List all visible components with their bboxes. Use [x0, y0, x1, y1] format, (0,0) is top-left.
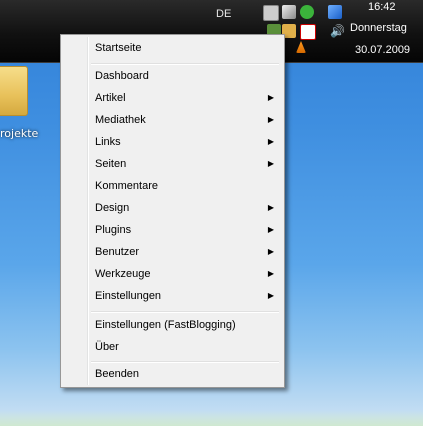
speaker-icon[interactable]: 🔊 [330, 24, 345, 38]
submenu-arrow-icon: ▶ [267, 93, 274, 102]
antivirus-icon[interactable] [300, 24, 316, 40]
language-indicator[interactable]: DE [216, 8, 231, 20]
menu-item-ueber[interactable]: Über [63, 336, 282, 358]
cube-icon[interactable] [282, 5, 296, 19]
submenu-arrow-icon: ▶ [267, 115, 274, 124]
menu-item-label: Plugins [95, 224, 132, 236]
menu-item-dashboard[interactable]: Dashboard [63, 65, 282, 87]
submenu-arrow-icon: ▶ [267, 291, 274, 300]
menu-item-mediathek[interactable]: Mediathek ▶ [63, 109, 282, 131]
menu-item-startseite[interactable]: Startseite [63, 37, 282, 59]
menu-item-links[interactable]: Links ▶ [63, 131, 282, 153]
menu-item-label: Mediathek [95, 114, 146, 126]
submenu-arrow-icon: ▶ [267, 203, 274, 212]
menu-item-label: Beenden [95, 368, 140, 380]
menu-item-label: Design [95, 202, 130, 214]
menu-item-kommentare[interactable]: Kommentare [63, 175, 282, 197]
folder-icon[interactable] [0, 66, 28, 116]
clock-day[interactable]: Donnerstag [350, 22, 407, 34]
desktop-wallpaper-grass [0, 410, 423, 426]
menu-item-label: Einstellungen [95, 290, 162, 302]
menu-item-design[interactable]: Design ▶ [63, 197, 282, 219]
menu-item-label: Startseite [95, 42, 142, 54]
submenu-arrow-icon: ▶ [267, 159, 274, 168]
menu-separator [91, 311, 279, 313]
submenu-arrow-icon: ▶ [267, 269, 274, 278]
submenu-arrow-icon: ▶ [267, 225, 274, 234]
menu-item-label: Werkzeuge [95, 268, 151, 280]
menu-item-label: Einstellungen (FastBlogging) [95, 319, 236, 331]
submenu-arrow-icon: ▶ [267, 247, 274, 256]
menu-item-benutzer[interactable]: Benutzer ▶ [63, 241, 282, 263]
menu-item-einstellungen[interactable]: Einstellungen ▶ [63, 285, 282, 307]
menu-item-label: Kommentare [95, 180, 158, 192]
vlc-icon[interactable] [296, 41, 306, 53]
menu-item-label: Benutzer [95, 246, 140, 258]
menu-item-seiten[interactable]: Seiten ▶ [63, 153, 282, 175]
menu-item-label: Links [95, 136, 121, 148]
menu-item-artikel[interactable]: Artikel ▶ [63, 87, 282, 109]
submenu-arrow-icon: ▶ [267, 137, 274, 146]
clock-time[interactable]: 16:42 [368, 1, 396, 13]
clock-date[interactable]: 30.07.2009 [355, 44, 410, 56]
refresh-icon[interactable] [300, 5, 314, 19]
folder-label[interactable]: rojekte [0, 127, 38, 140]
network-icon[interactable] [328, 5, 342, 19]
menu-item-label: Artikel [95, 92, 126, 104]
app-icon[interactable] [263, 5, 279, 21]
menu-item-einstellungen-fastblogging[interactable]: Einstellungen (FastBlogging) [63, 314, 282, 336]
menu-item-label: Dashboard [95, 70, 149, 82]
menu-item-beenden[interactable]: Beenden [63, 363, 282, 385]
menu-item-label: Über [95, 341, 119, 353]
menu-item-label: Seiten [95, 158, 127, 170]
menu-item-plugins[interactable]: Plugins ▶ [63, 219, 282, 241]
menu-item-werkzeuge[interactable]: Werkzeuge ▶ [63, 263, 282, 285]
context-menu: Startseite Dashboard Artikel ▶ Mediathek… [60, 34, 285, 388]
